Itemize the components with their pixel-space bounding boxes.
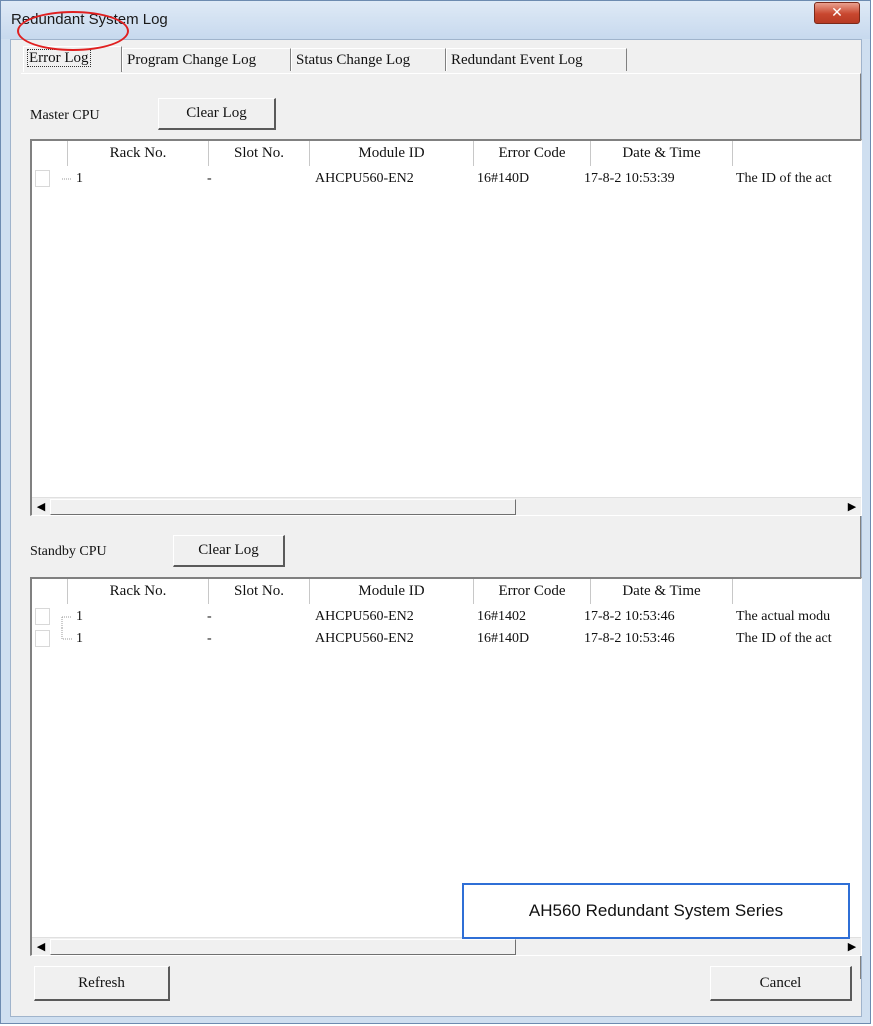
header-error-code[interactable]: Error Code xyxy=(474,579,591,604)
header-spacer xyxy=(32,579,68,604)
scroll-right-icon[interactable]: ▶ xyxy=(843,938,861,955)
table-row[interactable]: 1 - AHCPU560-EN2 16#140D 17-8-2 10:53:39… xyxy=(32,168,861,190)
header-error-code[interactable]: Error Code xyxy=(474,141,591,166)
master-cpu-label: Master CPU xyxy=(30,108,100,123)
scroll-left-icon[interactable]: ◀ xyxy=(32,498,50,515)
cell-error-code: 16#140D xyxy=(477,631,530,646)
standby-horizontal-scrollbar[interactable]: ◀ ▶ xyxy=(32,937,861,955)
header-module-id[interactable]: Module ID xyxy=(310,141,474,166)
row-marker xyxy=(35,630,50,647)
header-module-id[interactable]: Module ID xyxy=(310,579,474,604)
close-icon: ✕ xyxy=(831,5,843,21)
tab-program-change-log[interactable]: Program Change Log xyxy=(122,48,291,71)
cell-description: The ID of the act xyxy=(736,631,832,646)
row-marker xyxy=(35,170,50,187)
header-spacer xyxy=(32,141,68,166)
cancel-button[interactable]: Cancel xyxy=(710,966,852,1001)
close-button[interactable]: ✕ xyxy=(814,2,860,24)
refresh-button[interactable]: Refresh xyxy=(34,966,170,1001)
tab-status-change-log[interactable]: Status Change Log xyxy=(291,48,446,71)
tree-connector-icon xyxy=(61,628,72,640)
dialog-client: Error Log Program Change Log Status Chan… xyxy=(10,39,862,1017)
standby-table-header: Rack No. Slot No. Module ID Error Code D… xyxy=(32,579,861,604)
cell-description: The actual modu xyxy=(736,609,831,624)
cell-date-time: 17-8-2 10:53:46 xyxy=(584,609,675,624)
header-slot-no[interactable]: Slot No. xyxy=(209,579,310,604)
standby-clear-log-button[interactable]: Clear Log xyxy=(173,535,285,567)
cell-module-id: AHCPU560-EN2 xyxy=(315,631,414,646)
dialog-window: Redundant System Log ✕ Error Log Program… xyxy=(0,0,871,1024)
tab-error-log[interactable]: Error Log xyxy=(23,46,122,72)
cell-slot-no: - xyxy=(207,609,212,624)
cell-date-time: 17-8-2 10:53:46 xyxy=(584,631,675,646)
table-row[interactable]: 1 - AHCPU560-EN2 16#140D 17-8-2 10:53:46… xyxy=(32,628,861,650)
header-rack-no[interactable]: Rack No. xyxy=(68,579,209,604)
header-description[interactable] xyxy=(733,579,861,604)
master-clear-log-button[interactable]: Clear Log xyxy=(158,98,276,130)
series-annotation-box: AH560 Redundant System Series xyxy=(462,883,850,939)
header-rack-no[interactable]: Rack No. xyxy=(68,141,209,166)
header-description[interactable] xyxy=(733,141,861,166)
cell-error-code: 16#140D xyxy=(477,171,530,186)
cell-description: The ID of the act xyxy=(736,171,832,186)
row-marker xyxy=(35,608,50,625)
tree-connector-icon xyxy=(62,178,72,180)
scroll-left-icon[interactable]: ◀ xyxy=(32,938,50,955)
master-horizontal-scrollbar[interactable]: ◀ ▶ xyxy=(32,497,861,515)
title-bar[interactable]: Redundant System Log ✕ xyxy=(1,1,870,39)
scroll-thumb[interactable] xyxy=(50,499,516,515)
cell-module-id: AHCPU560-EN2 xyxy=(315,609,414,624)
scroll-right-icon[interactable]: ▶ xyxy=(843,498,861,515)
cell-rack-no: 1 xyxy=(76,631,83,646)
cell-date-time: 17-8-2 10:53:39 xyxy=(584,171,675,186)
header-date-time[interactable]: Date & Time xyxy=(591,579,733,604)
master-log-table: Rack No. Slot No. Module ID Error Code D… xyxy=(30,139,862,516)
tree-connector-icon xyxy=(61,616,72,628)
window-title: Redundant System Log xyxy=(11,11,168,28)
scroll-thumb[interactable] xyxy=(50,939,516,955)
table-row[interactable]: 1 - AHCPU560-EN2 16#1402 17-8-2 10:53:46… xyxy=(32,606,861,628)
cell-slot-no: - xyxy=(207,631,212,646)
cell-rack-no: 1 xyxy=(76,609,83,624)
cell-error-code: 16#1402 xyxy=(477,609,526,624)
header-date-time[interactable]: Date & Time xyxy=(591,141,733,166)
cell-rack-no: 1 xyxy=(76,171,83,186)
header-slot-no[interactable]: Slot No. xyxy=(209,141,310,166)
tab-redundant-event-log[interactable]: Redundant Event Log xyxy=(446,48,627,71)
cell-slot-no: - xyxy=(207,171,212,186)
master-table-header: Rack No. Slot No. Module ID Error Code D… xyxy=(32,141,861,166)
standby-cpu-label: Standby CPU xyxy=(30,544,107,559)
cell-module-id: AHCPU560-EN2 xyxy=(315,171,414,186)
